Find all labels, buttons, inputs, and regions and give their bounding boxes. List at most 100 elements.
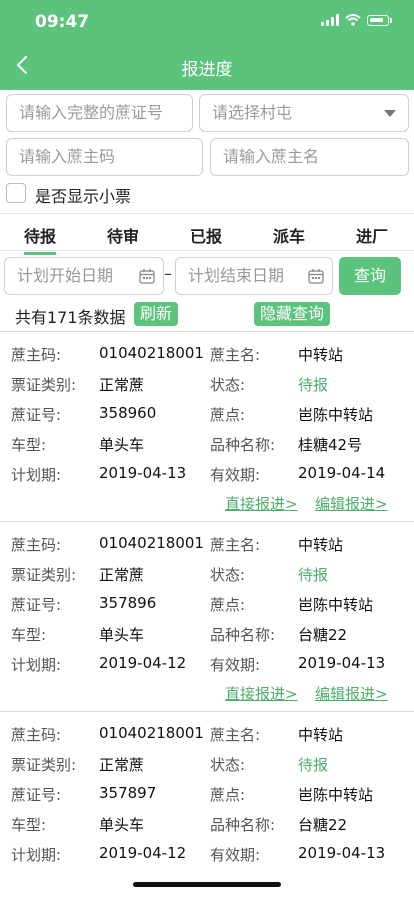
tab-dispatch[interactable]: 派车: [273, 223, 305, 247]
query-button[interactable]: 查询: [339, 257, 401, 295]
show-ticket-label: 是否显示小票: [35, 187, 132, 206]
owner-name-label: 蔗主名:: [210, 726, 261, 744]
tab-pending-report[interactable]: 待报: [24, 223, 57, 255]
valid-date-label: 有效期:: [210, 466, 261, 484]
tab-entered[interactable]: 进厂: [356, 223, 388, 247]
record-count: 共有171条数据: [15, 308, 126, 327]
variety-label: 品种名称:: [210, 436, 276, 454]
cert-no-label: 蔗证号:: [11, 596, 62, 614]
plan-start-date-placeholder: 计划开始日期: [17, 266, 114, 285]
record-card: 蔗主码: 01040218001 蔗主名: 中转站 票证类别: 正常蔗 状态: …: [0, 521, 414, 711]
plan-end-date-placeholder: 计划结束日期: [188, 266, 285, 285]
vehicle-value: 单头车: [99, 626, 145, 644]
cert-no-value: 358960: [99, 404, 157, 422]
vehicle-label: 车型:: [11, 816, 47, 834]
edit-report-link[interactable]: 编辑报进>: [315, 493, 388, 514]
village-select-placeholder: 请选择村屯: [212, 103, 293, 122]
point-value: 岜陈中转站: [298, 596, 374, 614]
plan-end-date-input[interactable]: 计划结束日期: [175, 257, 333, 295]
plan-date-value: 2019-04-12: [99, 654, 187, 672]
calendar-icon: [308, 269, 324, 284]
hide-query-button[interactable]: 隐藏查询: [254, 302, 331, 326]
point-label: 蔗点:: [210, 596, 246, 614]
owner-name-label: 蔗主名:: [210, 536, 261, 554]
home-indicator: [133, 882, 281, 887]
record-card: 蔗主码: 01040218001 蔗主名: 中转站 票证类别: 正常蔗 状态: …: [0, 711, 414, 901]
valid-date-value: 2019-04-14: [298, 464, 386, 482]
point-label: 蔗点:: [210, 406, 246, 424]
owner-code-label: 蔗主码:: [11, 536, 62, 554]
owner-code-value: 01040218001: [99, 724, 204, 742]
valid-date-value: 2019-04-13: [298, 654, 386, 672]
ticket-type-value: 正常蔗: [99, 566, 145, 584]
page-title: 报进度: [181, 60, 233, 80]
valid-date-label: 有效期:: [210, 846, 261, 864]
owner-code-value: 01040218001: [99, 344, 204, 362]
owner-name-value: 中转站: [298, 726, 344, 744]
plan-date-label: 计划期:: [11, 656, 62, 674]
status-tabs: 待报 待审 已报 派车 进厂: [0, 213, 414, 255]
ticket-type-value: 正常蔗: [99, 756, 145, 774]
status-label: 状态:: [210, 566, 246, 584]
owner-name-value: 中转站: [298, 536, 344, 554]
app-header: 09:47 报进度: [0, 0, 414, 90]
plan-date-value: 2019-04-12: [99, 844, 187, 862]
status-value: 待报: [298, 566, 329, 584]
ticket-type-label: 票证类别:: [11, 756, 77, 774]
wifi-icon: [345, 14, 361, 26]
ticket-type-label: 票证类别:: [11, 376, 77, 394]
direct-report-link[interactable]: 直接报进>: [225, 493, 298, 514]
signal-icon: [321, 14, 339, 26]
tab-reported[interactable]: 已报: [190, 223, 222, 247]
ticket-type-value: 正常蔗: [99, 376, 145, 394]
variety-label: 品种名称:: [210, 626, 276, 644]
point-value: 岜陈中转站: [298, 786, 374, 804]
owner-name-value: 中转站: [298, 346, 344, 364]
status-value: 待报: [298, 376, 329, 394]
calendar-icon: [139, 269, 155, 284]
owner-code-input[interactable]: 请输入蔗主码: [6, 138, 203, 176]
vehicle-label: 车型:: [11, 436, 47, 454]
village-select[interactable]: 请选择村屯: [199, 94, 409, 132]
owner-code-label: 蔗主码:: [11, 726, 62, 744]
refresh-button[interactable]: 刷新: [134, 302, 179, 326]
status-label: 状态:: [210, 376, 246, 394]
ticket-type-label: 票证类别:: [11, 566, 77, 584]
vehicle-value: 单头车: [99, 436, 145, 454]
battery-icon: [367, 14, 389, 26]
owner-name-label: 蔗主名:: [210, 346, 261, 364]
cert-no-value: 357896: [99, 594, 157, 612]
edit-report-link[interactable]: 编辑报进>: [315, 683, 388, 704]
status-value: 待报: [298, 756, 329, 774]
cert-no-label: 蔗证号:: [11, 786, 62, 804]
variety-value: 台糖22: [298, 816, 348, 834]
owner-code-label: 蔗主码:: [11, 346, 62, 364]
battery-tip: [390, 17, 392, 23]
status-icons: [321, 14, 392, 26]
tab-pending-review[interactable]: 待审: [107, 223, 139, 247]
variety-value: 台糖22: [298, 626, 348, 644]
plan-date-label: 计划期:: [11, 466, 62, 484]
date-range-separator: –: [164, 264, 172, 283]
valid-date-value: 2019-04-13: [298, 844, 386, 862]
vehicle-value: 单头车: [99, 816, 145, 834]
owner-code-value: 01040218001: [99, 534, 204, 552]
direct-report-link[interactable]: 直接报进>: [225, 683, 298, 704]
variety-label: 品种名称:: [210, 816, 276, 834]
point-label: 蔗点:: [210, 786, 246, 804]
status-time: 09:47: [35, 12, 90, 32]
plan-date-value: 2019-04-13: [99, 464, 187, 482]
owner-name-input[interactable]: 请输入蔗主名: [210, 138, 409, 176]
plan-date-label: 计划期:: [11, 846, 62, 864]
record-card: 蔗主码: 01040218001 蔗主名: 中转站 票证类别: 正常蔗 状态: …: [0, 331, 414, 521]
status-label: 状态:: [210, 756, 246, 774]
cane-cert-input[interactable]: 请输入完整的蔗证号: [6, 94, 193, 132]
point-value: 岜陈中转站: [298, 406, 374, 424]
vehicle-label: 车型:: [11, 626, 47, 644]
valid-date-label: 有效期:: [210, 656, 261, 674]
variety-value: 桂糖42号: [298, 436, 363, 454]
plan-start-date-input[interactable]: 计划开始日期: [4, 257, 164, 295]
cert-no-value: 357897: [99, 784, 157, 802]
show-ticket-checkbox[interactable]: [6, 183, 26, 203]
cert-no-label: 蔗证号:: [11, 406, 62, 424]
